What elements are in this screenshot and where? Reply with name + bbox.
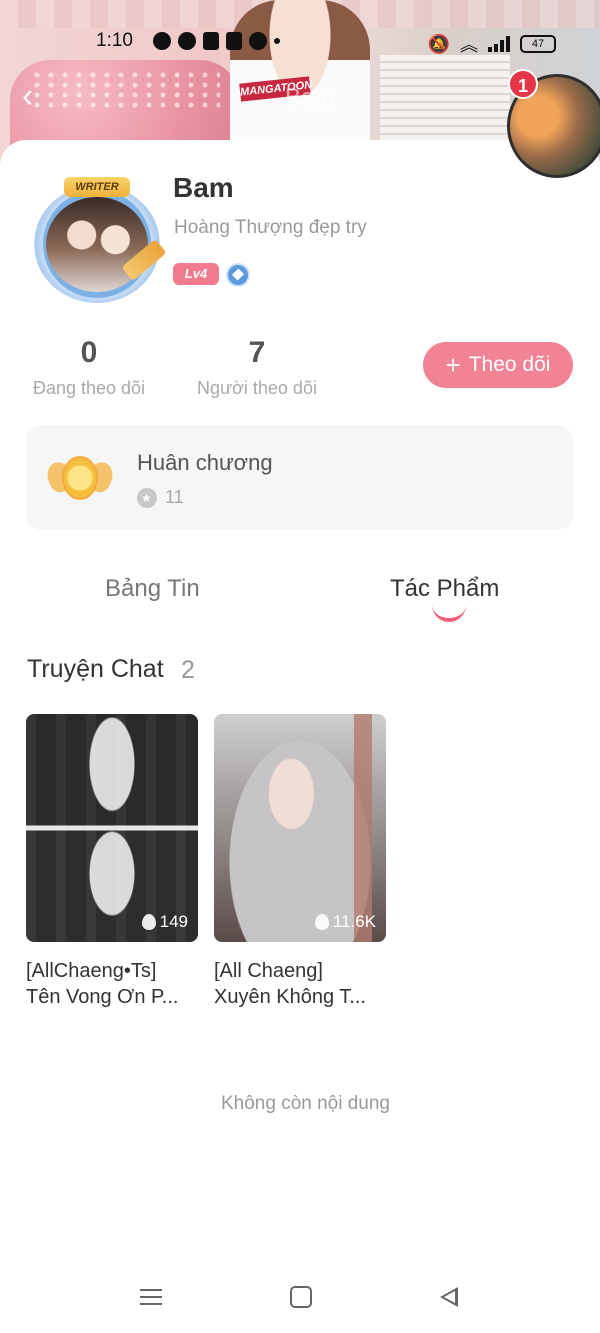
- view-count: 11.6K: [314, 912, 376, 932]
- notification-icons: [153, 32, 280, 50]
- following-label: Đang theo dõi: [32, 378, 146, 398]
- profile-name: Bam: [173, 172, 234, 203]
- banner-couch-pattern: [30, 70, 220, 110]
- status-time: 1:10: [96, 30, 133, 51]
- story-title-line2: Tên Vong Ơn P...: [26, 986, 179, 1008]
- view-count-value: 11.6K: [332, 912, 376, 931]
- header-title: Bam: [285, 84, 335, 111]
- medal-card[interactable]: [26, 425, 573, 530]
- diamond-icon[interactable]: [226, 263, 250, 287]
- contact-add-icon: [153, 32, 171, 50]
- system-back-button[interactable]: [438, 1284, 464, 1310]
- plus-icon: +: [445, 350, 461, 380]
- flame-icon: [141, 914, 156, 930]
- view-count: 149: [141, 912, 188, 932]
- messenger-icon: [249, 32, 267, 50]
- story-card[interactable]: 11.6K [All Chaeng] Xuyên Không T...: [214, 714, 386, 1010]
- battery-icon: 47: [520, 35, 556, 53]
- followers-label: Người theo dõi: [197, 378, 317, 398]
- story-title-line1: [AllChaeng•Ts]: [26, 960, 157, 982]
- system-icons: 🔕 ︽ 47: [428, 31, 556, 57]
- follow-button-label: Theo dõi: [468, 353, 551, 376]
- notification-badge: 1: [508, 69, 538, 99]
- medal-count-value: 11: [165, 487, 184, 507]
- medal-title: Huân chương: [137, 450, 273, 475]
- follow-button[interactable]: + Theo dõi: [423, 342, 573, 388]
- home-button[interactable]: [290, 1286, 312, 1308]
- more-notifications-icon: [274, 38, 280, 44]
- story-title-line1: [All Chaeng]: [214, 960, 323, 982]
- writer-badge: WRITER: [64, 177, 130, 197]
- followers-count: 7: [248, 336, 266, 369]
- profile-bio: Hoàng Thượng đẹp try: [174, 217, 367, 238]
- view-count-value: 149: [159, 912, 188, 931]
- messenger-icon: [178, 32, 196, 50]
- tiktok-icon: [226, 32, 242, 50]
- following-stat[interactable]: 0 Đang theo dõi: [26, 336, 152, 399]
- medal-count: 11: [137, 487, 184, 508]
- story-cover[interactable]: 149: [26, 714, 198, 942]
- back-button[interactable]: ‹: [22, 79, 52, 113]
- mute-icon: 🔕: [427, 33, 450, 54]
- story-cover[interactable]: 11.6K: [214, 714, 386, 942]
- flame-icon: [314, 914, 329, 930]
- signal-icon: [488, 36, 510, 52]
- star-icon: [137, 487, 157, 508]
- end-of-content-text: Không còn nội dung: [220, 1093, 391, 1114]
- wifi-icon: ︽: [460, 35, 478, 55]
- tab-works[interactable]: Tác Phẩm: [390, 575, 499, 603]
- profile-avatar[interactable]: WRITER: [30, 177, 167, 303]
- tab-feed[interactable]: Bảng Tin: [105, 575, 200, 603]
- missed-call-icon: [203, 32, 219, 50]
- medal-icon: [43, 450, 117, 506]
- system-nav-bar: [0, 1262, 600, 1332]
- section-count: 2: [181, 656, 195, 684]
- section-title: Truyện Chat: [27, 655, 164, 683]
- recent-apps-button[interactable]: [140, 1284, 166, 1310]
- status-bar: 1:10 🔕 ︽ 47: [0, 26, 600, 56]
- story-title-line2: Xuyên Không T...: [214, 986, 366, 1008]
- level-badge[interactable]: Lv4: [173, 263, 219, 285]
- story-card[interactable]: 149 [AllChaeng•Ts] Tên Vong Ơn P...: [26, 714, 198, 1010]
- followers-stat[interactable]: 7 Người theo dõi: [190, 336, 324, 399]
- following-count: 0: [80, 336, 98, 369]
